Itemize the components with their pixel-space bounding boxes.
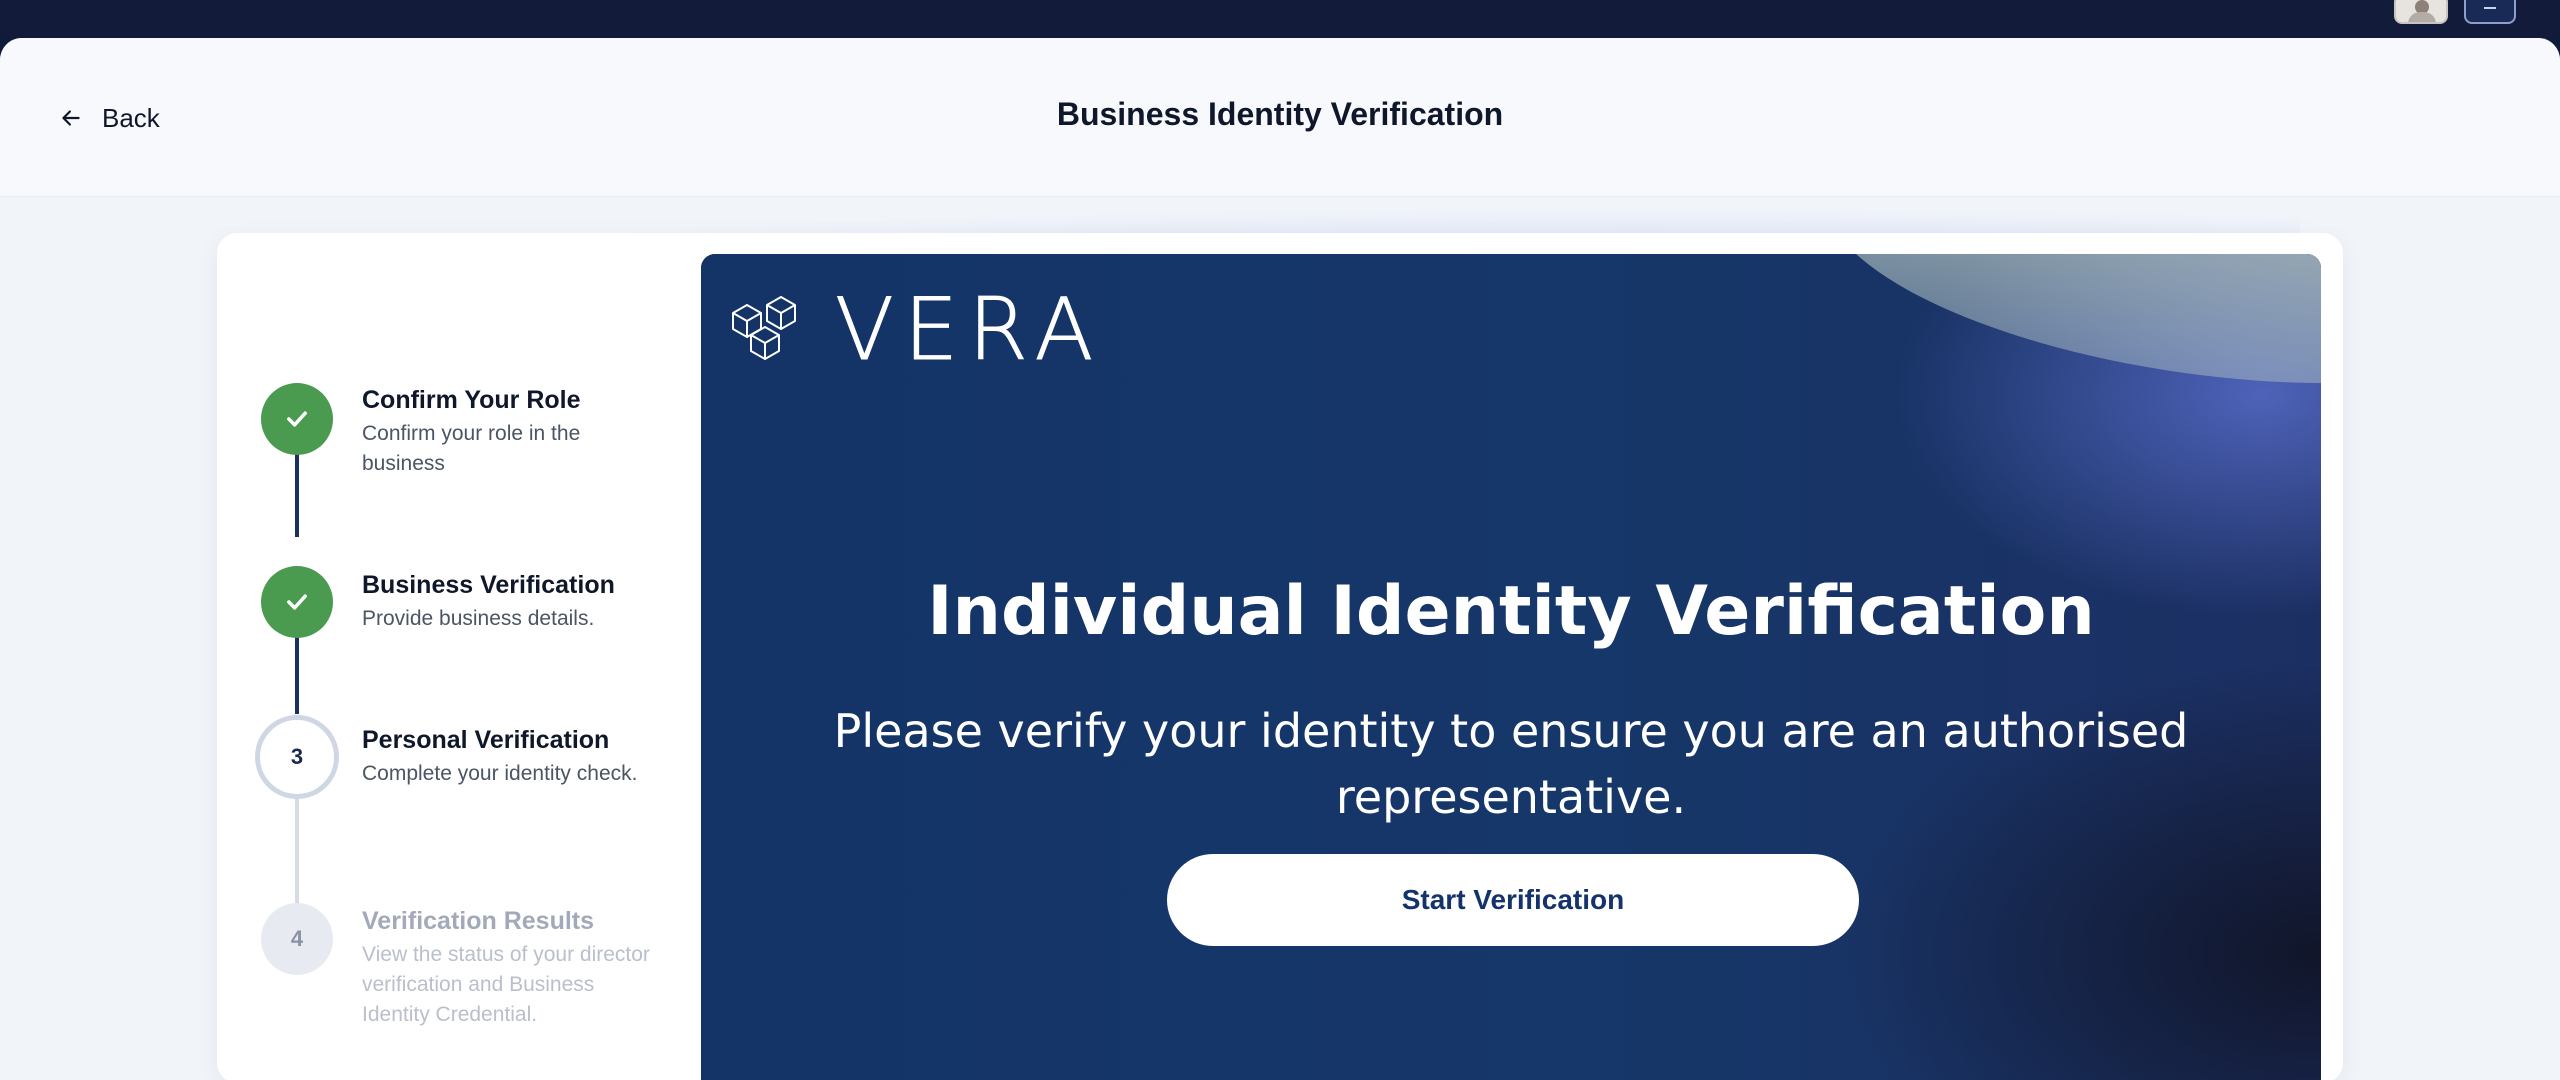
start-verification-button[interactable]: Start Verification: [1167, 854, 1859, 946]
verification-card: Confirm Your Role Confirm your role in t…: [217, 233, 2343, 1080]
stepper: Confirm Your Role Confirm your role in t…: [217, 233, 697, 1080]
logo-text: VERA: [834, 280, 1104, 380]
hero-title: Individual Identity Verification: [927, 572, 2095, 651]
vera-logo: VERA: [727, 280, 1104, 380]
top-bar: [0, 0, 2560, 38]
user-avatar[interactable]: [2394, 0, 2448, 24]
step-2-check-circle: [261, 566, 333, 638]
step-connector: [295, 794, 299, 912]
page-title: Business Identity Verification: [1056, 96, 1504, 132]
hero-panel: VERA Individual Identity Verification Pl…: [701, 254, 2321, 1080]
hero-subtitle: Please verify your identity to ensure yo…: [833, 704, 2189, 824]
menu-icon: [2484, 7, 2496, 9]
step-title: Confirm Your Role: [362, 386, 581, 414]
step-1-check-circle: [261, 383, 333, 455]
check-icon: [287, 411, 307, 427]
step-title: Personal Verification: [362, 726, 610, 754]
step-description: Provide business details.: [362, 607, 595, 630]
step-description: View the status of your director verific…: [362, 943, 650, 1026]
step-3-number-circle: 3: [255, 715, 339, 799]
step-title: Verification Results: [362, 907, 595, 935]
step-2: Business Verification Provide business d…: [362, 570, 662, 634]
menu-button[interactable]: [2464, 0, 2516, 24]
step-description: Complete your identity check.: [362, 762, 638, 785]
step-3: Personal Verification Complete your iden…: [362, 725, 662, 789]
step-4: Verification Results View the status of …: [362, 906, 662, 1030]
step-title: Business Verification: [362, 571, 615, 599]
step-1: Confirm Your Role Confirm your role in t…: [362, 385, 662, 479]
page-header: Back Business Identity Verification: [0, 38, 2560, 197]
step-4-number-circle: 4: [261, 903, 333, 975]
check-icon: [287, 594, 307, 610]
cubes-logo-icon: [732, 296, 796, 360]
step-description: Confirm your role in the business: [362, 422, 581, 475]
